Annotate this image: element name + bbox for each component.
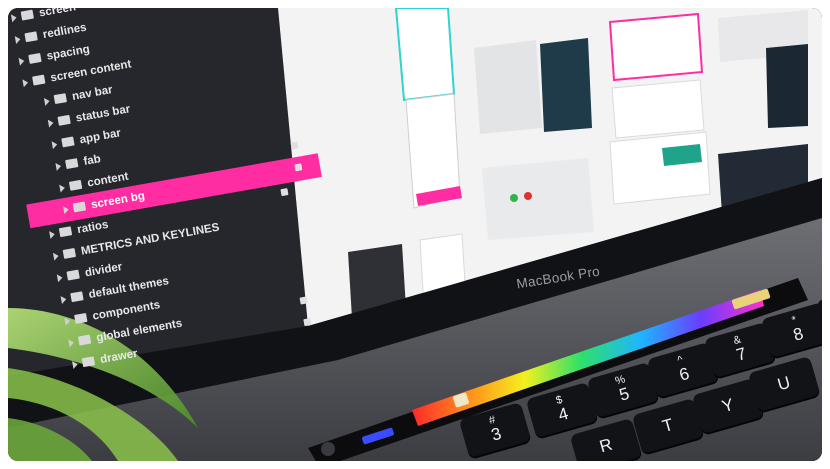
folder-icon (28, 53, 42, 65)
expand-arrow-icon[interactable] (72, 360, 79, 369)
expand-arrow-icon[interactable] (47, 118, 55, 128)
layer-icon (81, 356, 96, 368)
key-symbol: $ (554, 393, 564, 407)
folder-icon (61, 136, 75, 148)
key-number: 4 (556, 403, 571, 425)
expand-arrow-icon[interactable] (10, 13, 18, 23)
key-symbol: * (790, 314, 798, 327)
folder-icon (32, 75, 46, 87)
layer-label: fab (82, 153, 102, 168)
key-number: 8 (791, 323, 806, 345)
photo-frame: screen redlines spacing screen content nav b… (8, 8, 822, 461)
expand-arrow-icon[interactable] (60, 295, 67, 304)
layer-label: ratios (76, 218, 110, 237)
expand-arrow-icon[interactable] (55, 162, 62, 171)
expand-arrow-icon[interactable] (22, 78, 29, 88)
lock-icon[interactable] (299, 296, 308, 305)
folder-icon (65, 158, 79, 170)
lock-icon[interactable] (290, 141, 299, 150)
expand-arrow-icon[interactable] (64, 316, 71, 326)
folder-icon (20, 10, 35, 22)
expand-arrow-icon[interactable] (43, 97, 51, 106)
touch-bar-close-button (321, 442, 335, 456)
key-symbol: & (732, 333, 743, 348)
folder-icon (74, 313, 88, 325)
expand-arrow-icon[interactable] (18, 56, 25, 66)
folder-icon (58, 226, 73, 238)
key-number: 5 (617, 383, 632, 405)
expand-arrow-icon[interactable] (14, 35, 22, 44)
layer-label: drawer (99, 347, 139, 367)
folder-icon (70, 291, 84, 303)
key-symbol: ^ (676, 353, 685, 367)
folder-icon (57, 115, 71, 127)
expand-arrow-icon[interactable] (51, 140, 58, 150)
folder-icon (24, 31, 38, 43)
key-number: 7 (734, 343, 749, 365)
expand-arrow-icon[interactable] (56, 273, 64, 283)
key-number: 3 (489, 423, 504, 445)
lock-icon[interactable] (303, 318, 312, 327)
layer-list: screen redlines spacing screen content nav b… (8, 8, 326, 369)
expand-arrow-icon[interactable] (52, 251, 60, 261)
layer-icon (53, 93, 68, 105)
folder-icon (77, 335, 92, 347)
expand-arrow-icon[interactable] (63, 205, 70, 215)
layer-icon (62, 248, 77, 260)
folder-icon (68, 180, 83, 192)
layer-label: divider (84, 261, 124, 280)
expand-arrow-icon[interactable] (59, 183, 66, 193)
lock-icon[interactable] (280, 188, 289, 197)
key-number: 6 (677, 363, 692, 385)
expand-arrow-icon[interactable] (68, 338, 75, 348)
key-symbol: # (487, 413, 497, 427)
layer-icon (72, 201, 87, 213)
expand-arrow-icon[interactable] (49, 230, 56, 239)
layer-icon (66, 270, 80, 282)
lock-icon[interactable] (294, 163, 303, 172)
